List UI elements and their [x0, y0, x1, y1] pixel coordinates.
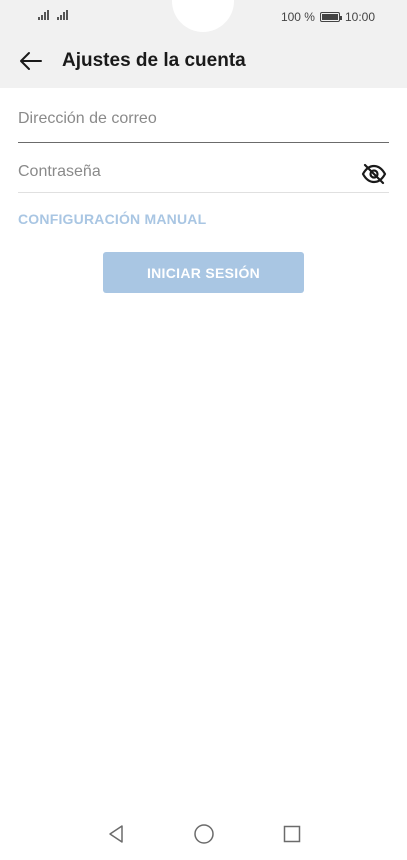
- nav-back-icon: [108, 825, 123, 843]
- manual-config-link[interactable]: CONFIGURACIÓN MANUAL: [18, 211, 206, 227]
- camera-notch: [172, 0, 234, 32]
- password-field[interactable]: [18, 156, 389, 192]
- nav-home-icon: [193, 824, 214, 844]
- email-field-container: [18, 100, 389, 143]
- eye-off-icon: [361, 163, 387, 185]
- nav-home-button[interactable]: [190, 820, 218, 848]
- password-field-container: [18, 156, 389, 193]
- system-nav-bar: [0, 808, 407, 860]
- signal-indicators: [38, 10, 68, 20]
- nav-recents-icon: [283, 825, 300, 843]
- top-area: 100 % 10:00 Ajustes de la cuenta: [0, 0, 407, 88]
- toggle-password-visibility-button[interactable]: [359, 162, 389, 186]
- nav-recents-button[interactable]: [278, 820, 306, 848]
- clock: 10:00: [344, 10, 375, 24]
- account-settings-screen: 100 % 10:00 Ajustes de la cuenta Direcci…: [0, 0, 407, 860]
- battery-icon: [319, 12, 342, 22]
- status-right: 100 % 10:00: [281, 10, 375, 24]
- signin-button[interactable]: INICIAR SESIÓN: [103, 252, 304, 293]
- page-title: Ajustes de la cuenta: [62, 50, 246, 71]
- status-bar: 100 % 10:00: [0, 0, 407, 34]
- signal-icon: [38, 10, 49, 20]
- nav-back-button[interactable]: [102, 820, 130, 848]
- back-button[interactable]: [0, 36, 62, 86]
- battery-percent: 100 %: [280, 10, 315, 24]
- email-field[interactable]: [18, 100, 389, 142]
- signal-icon: [57, 10, 68, 20]
- app-header: Ajustes de la cuenta: [0, 36, 407, 86]
- arrow-left-icon: [20, 52, 42, 70]
